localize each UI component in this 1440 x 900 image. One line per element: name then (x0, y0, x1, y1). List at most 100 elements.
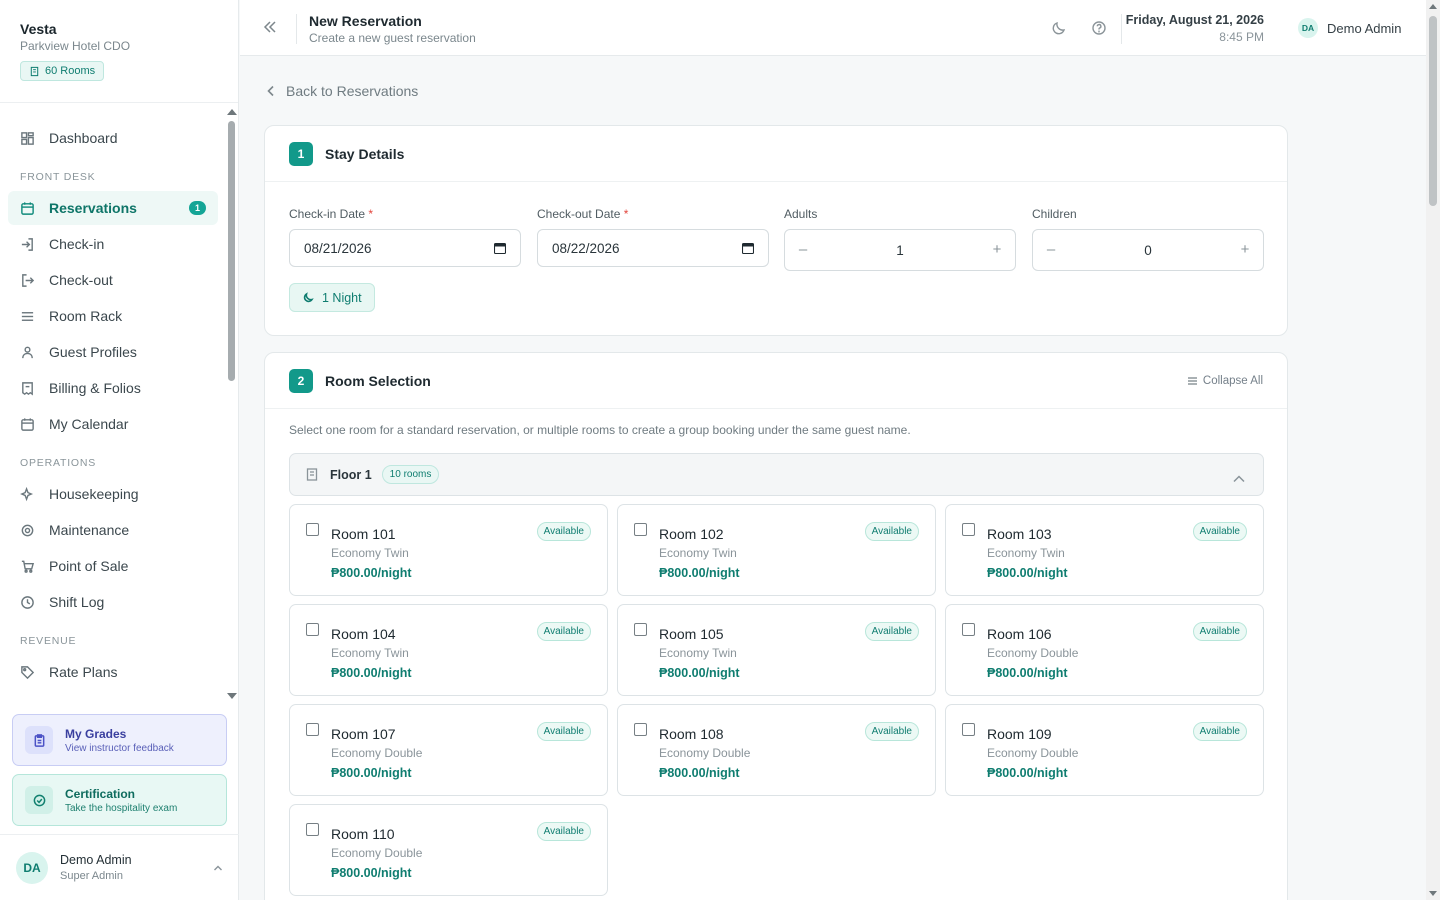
sidebar-item-label: Housekeeping (49, 486, 139, 502)
sidebar-item-label: Shift Log (49, 594, 105, 610)
sidebar-scrollbar[interactable] (227, 107, 237, 699)
adults-value[interactable]: 1 (785, 243, 1015, 258)
room-card[interactable]: Room 106 Economy Double ₱800.00/night Av… (945, 604, 1264, 696)
sidebar-item-reservations[interactable]: Reservations 1 (8, 191, 218, 225)
sidebar-item-check-in[interactable]: Check-in (8, 227, 218, 261)
room-card[interactable]: Room 103 Economy Twin ₱800.00/night Avai… (945, 504, 1264, 596)
room-selection-header: 2 Room Selection Collapse All (265, 353, 1287, 409)
sidebar-item-check-out[interactable]: Check-out (8, 263, 218, 297)
page-scroll-thumb[interactable] (1429, 16, 1437, 206)
check-out-date-input[interactable]: 08/22/2026 (537, 229, 769, 267)
room-select-checkbox[interactable] (962, 623, 975, 636)
users-icon (22, 346, 33, 358)
help-button[interactable] (1091, 20, 1107, 36)
sidebar-item-guest-profiles[interactable]: Guest Profiles (8, 335, 218, 369)
calendar-icon (21, 201, 34, 215)
room-select-checkbox[interactable] (634, 623, 647, 636)
sidebar-item-rate-plans[interactable]: Rate Plans (8, 655, 218, 689)
rooms-count-pill: 60 Rooms (20, 61, 105, 81)
children-increment-button[interactable]: + (1235, 241, 1255, 258)
sidebar-item-shift-log[interactable]: Shift Log (8, 585, 218, 619)
list-icon (21, 311, 34, 321)
sidebar-item-label: Check-in (49, 236, 105, 252)
room-select-checkbox[interactable] (306, 623, 319, 636)
room-name: Room 102 (659, 526, 724, 542)
back-to-reservations-link[interactable]: Back to Reservations (266, 83, 418, 99)
sidebar-scroll-thumb[interactable] (228, 121, 235, 381)
adults-increment-button[interactable]: + (987, 241, 1007, 258)
scroll-up-arrow-icon[interactable] (227, 109, 237, 115)
room-select-checkbox[interactable] (634, 523, 647, 536)
status-badge: Available (536, 722, 591, 741)
divider (1121, 14, 1122, 44)
help-circle-icon (1092, 21, 1106, 35)
certification-subtitle: Take the hospitality exam (65, 802, 178, 814)
sidebar-item-label: Room Rack (49, 308, 123, 324)
room-card[interactable]: Room 110 Economy Double ₱800.00/night Av… (289, 804, 608, 896)
room-price: ₱800.00/night (987, 566, 1068, 580)
theme-toggle-button[interactable] (1051, 20, 1067, 36)
room-type: Economy Double (331, 846, 423, 860)
certification-card[interactable]: Certification Take the hospitality exam (12, 774, 227, 826)
sidebar-item-point-of-sale[interactable]: Point of Sale (8, 549, 218, 583)
sidebar-item-label: Dashboard (49, 130, 118, 146)
room-card[interactable]: Room 105 Economy Twin ₱800.00/night Avai… (617, 604, 936, 696)
check-in-date-input[interactable]: 08/21/2026 (289, 229, 521, 267)
collapse-all-button[interactable]: Collapse All (1187, 375, 1263, 387)
check-in-label: Check-in Date * (289, 207, 373, 221)
collapse-sidebar-button[interactable] (262, 19, 278, 35)
room-price: ₱800.00/night (987, 766, 1068, 780)
stay-details-title: Stay Details (325, 145, 405, 162)
calendar-icon[interactable] (493, 242, 507, 255)
room-name: Room 108 (659, 726, 724, 742)
chevrons-left-icon (263, 21, 276, 33)
calendar-icon[interactable] (741, 242, 755, 255)
collapse-all-label: Collapse All (1202, 375, 1263, 387)
room-select-checkbox[interactable] (962, 723, 975, 736)
sidebar-item-housekeeping[interactable]: Housekeeping (8, 477, 218, 511)
scroll-down-arrow-icon[interactable] (227, 693, 237, 699)
scroll-up-arrow-icon[interactable] (1429, 4, 1437, 9)
avatar: DA (16, 851, 48, 884)
room-select-checkbox[interactable] (962, 523, 975, 536)
room-card[interactable]: Room 109 Economy Double ₱800.00/night Av… (945, 704, 1264, 796)
room-card[interactable]: Room 104 Economy Twin ₱800.00/night Avai… (289, 604, 608, 696)
sidebar-item-label: My Calendar (49, 416, 129, 432)
room-card[interactable]: Room 102 Economy Twin ₱800.00/night Avai… (617, 504, 936, 596)
sidebar-user-menu[interactable]: DA Demo Admin Super Admin (0, 834, 239, 900)
children-value[interactable]: 0 (1033, 243, 1263, 258)
avatar[interactable]: DA (1298, 18, 1318, 38)
step-number-badge: 2 (289, 368, 313, 393)
room-selection-card: 2 Room Selection Collapse All Select one… (264, 352, 1288, 900)
current-date: Friday, August 21, 2026 (1125, 13, 1264, 27)
room-type: Economy Twin (331, 646, 409, 660)
room-card[interactable]: Room 108 Economy Double ₱800.00/night Av… (617, 704, 936, 796)
sidebar-item-maintenance[interactable]: Maintenance (8, 513, 218, 547)
grid-icon (21, 131, 34, 145)
sidebar-item-room-rack[interactable]: Room Rack (8, 299, 218, 333)
my-grades-card[interactable]: My Grades View instructor feedback (12, 714, 227, 766)
chevron-left-icon (267, 85, 274, 97)
header-user-name[interactable]: Demo Admin (1327, 21, 1401, 36)
room-name: Room 103 (987, 526, 1052, 542)
sidebar-item-my-calendar[interactable]: My Calendar (8, 407, 218, 441)
check-out-label: Check-out Date * (537, 207, 628, 221)
divider (296, 14, 297, 44)
sidebar-item-dashboard[interactable]: Dashboard (8, 121, 218, 155)
clock-icon (21, 595, 34, 609)
sidebar-item-billing[interactable]: Billing & Folios (8, 371, 218, 405)
scroll-down-arrow-icon[interactable] (1429, 891, 1437, 896)
room-select-checkbox[interactable] (306, 823, 319, 836)
nights-count-label: 1 Night (322, 290, 362, 305)
floor-1-toggle[interactable]: Floor 1 10 rooms (289, 453, 1264, 496)
room-select-checkbox[interactable] (306, 523, 319, 536)
page-scrollbar[interactable] (1426, 0, 1440, 900)
room-card[interactable]: Room 101 Economy Twin ₱800.00/night Avai… (289, 504, 608, 596)
status-badge: Available (864, 522, 919, 541)
room-card[interactable]: Room 107 Economy Double ₱800.00/night Av… (289, 704, 608, 796)
room-select-checkbox[interactable] (634, 723, 647, 736)
status-badge: Available (864, 722, 919, 741)
room-selection-helper-text: Select one room for a standard reservati… (289, 423, 911, 437)
room-select-checkbox[interactable] (306, 723, 319, 736)
children-field: Children – 0 + (1032, 207, 1264, 271)
